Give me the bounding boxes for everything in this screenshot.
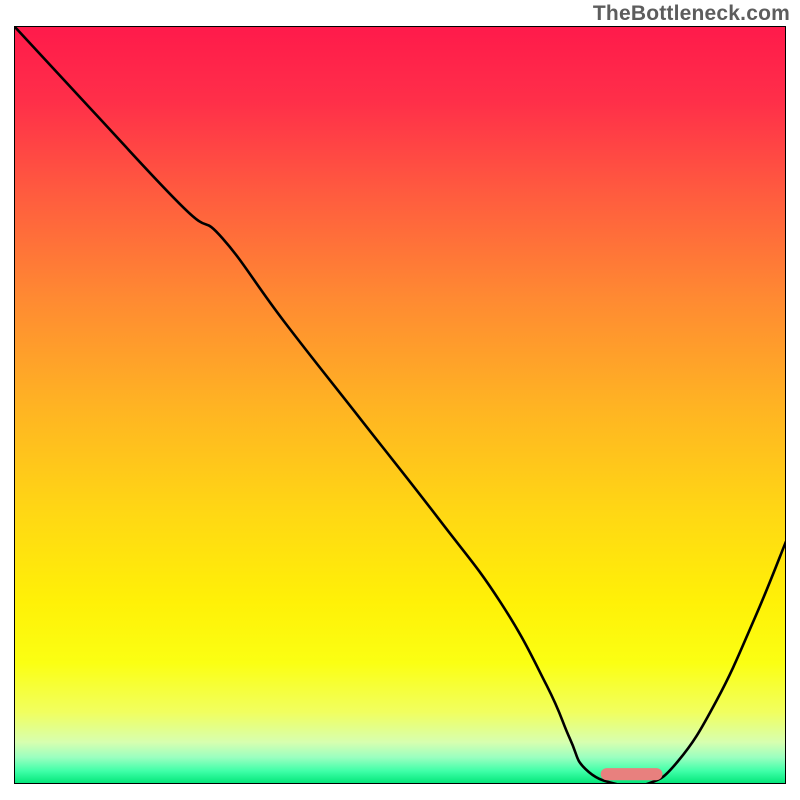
chart-svg xyxy=(14,26,786,784)
minimum-marker xyxy=(601,768,663,780)
chart-background xyxy=(14,26,786,784)
chart-container: TheBottleneck.com xyxy=(0,0,800,800)
watermark: TheBottleneck.com xyxy=(593,2,790,26)
gradient-chart xyxy=(14,26,786,784)
